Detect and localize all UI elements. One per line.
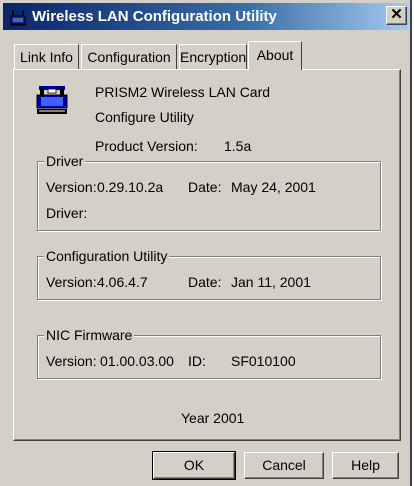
tab-link-info[interactable]: Link Info <box>14 44 79 69</box>
wireless-card-icon <box>36 84 68 116</box>
nic-firmware-id-label: ID: <box>188 353 206 369</box>
tab-encryption[interactable]: Encryption <box>179 44 247 69</box>
tab-configuration[interactable]: Configuration <box>81 44 177 69</box>
config-utility-date-label: Date: <box>188 274 222 290</box>
config-utility-date-value: Jan 11, 2001 <box>231 274 311 290</box>
product-version-label: Product Version: <box>95 138 198 154</box>
close-button[interactable]: ✕ <box>386 6 407 25</box>
main-window: Wireless LAN Configuration Utility ✕ Lin… <box>0 0 412 486</box>
driver-group: Driver <box>37 153 381 231</box>
nic-firmware-id-value: SF010100 <box>231 353 296 369</box>
driver-name-label: Driver: <box>46 205 88 221</box>
cancel-button[interactable]: Cancel <box>244 452 324 479</box>
driver-version-value: 0.29.10.2a <box>97 179 164 195</box>
driver-date-label: Date: <box>188 179 222 195</box>
config-utility-group-title: Configuration Utility <box>44 248 170 264</box>
wireless-network-icon <box>10 10 26 26</box>
nic-firmware-version-label: Version: <box>46 353 97 369</box>
driver-version-label: Version: <box>46 179 97 195</box>
tab-about[interactable]: About <box>248 41 302 70</box>
config-utility-version-value: 4.06.4.7 <box>97 274 148 290</box>
driver-group-title: Driver <box>44 153 86 169</box>
title-bar[interactable]: Wireless LAN Configuration Utility ✕ <box>3 3 409 30</box>
close-icon: ✕ <box>390 6 403 23</box>
driver-date-value: May 24, 2001 <box>231 179 316 195</box>
ok-button[interactable]: OK <box>152 451 236 480</box>
utility-name: Configure Utility <box>95 109 194 125</box>
window-title: Wireless LAN Configuration Utility <box>32 8 277 25</box>
config-utility-version-label: Version: <box>46 274 97 290</box>
card-name: PRISM2 Wireless LAN Card <box>95 84 271 100</box>
nic-firmware-version-value: 01.00.03.00 <box>100 353 174 369</box>
help-button[interactable]: Help <box>332 452 399 479</box>
nic-firmware-group-title: NIC Firmware <box>44 327 135 343</box>
product-version-value: 1.5a <box>224 138 252 154</box>
year-text: Year 2001 <box>181 410 245 426</box>
